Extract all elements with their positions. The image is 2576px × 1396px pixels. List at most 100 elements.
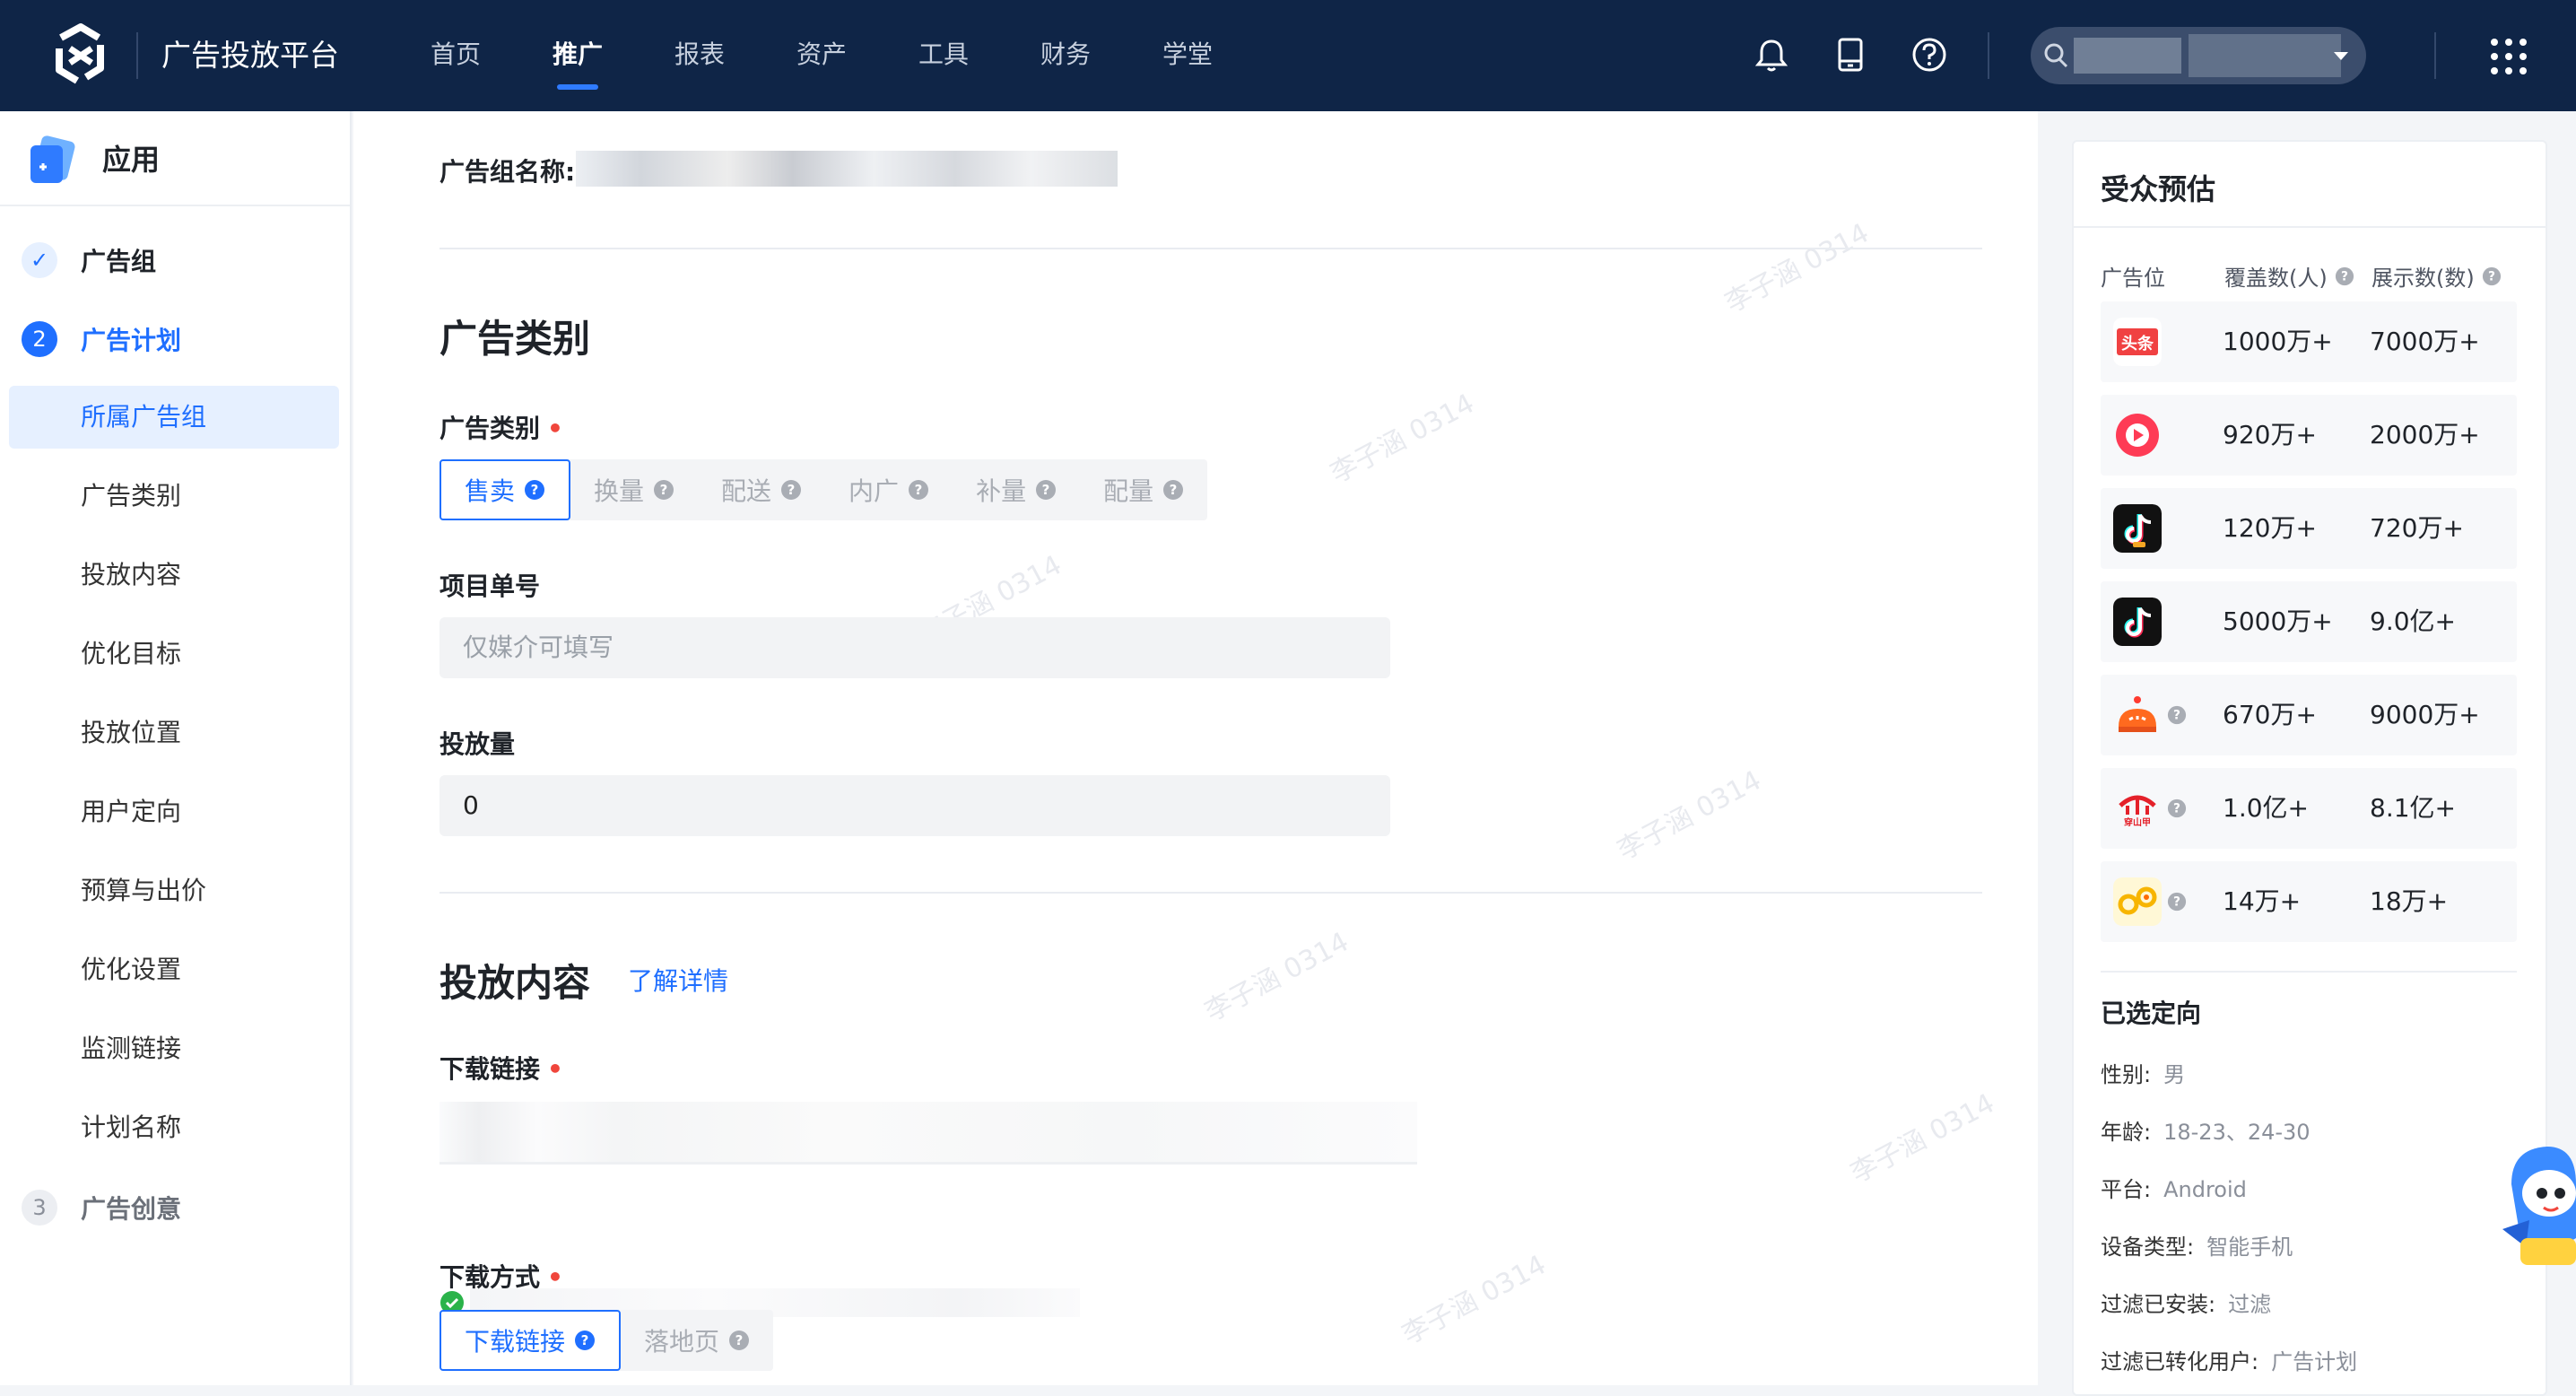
watermark: 李子涵 0314 bbox=[1719, 217, 1875, 319]
download-link-input[interactable] bbox=[439, 1102, 1417, 1165]
nav-academy[interactable]: 学堂 bbox=[1127, 0, 1249, 111]
help-icon: ? bbox=[729, 1331, 750, 1350]
svg-text:?: ? bbox=[2173, 802, 2180, 816]
help-icon[interactable]: ? bbox=[2167, 892, 2187, 912]
divider bbox=[2074, 226, 2546, 228]
nav-assets[interactable]: 资产 bbox=[761, 0, 883, 111]
help-icon[interactable]: ? bbox=[2335, 266, 2354, 286]
download-method-label: 下载方式 • bbox=[439, 1262, 563, 1292]
brand-divider bbox=[136, 32, 138, 79]
help-icon: ? bbox=[1036, 480, 1057, 500]
selected-platform: 平台: Android bbox=[2101, 1177, 2247, 1202]
top-navigation-bar: 广告投放平台 首页 推广 报表 资产 工具 财务 学堂 bbox=[0, 0, 2576, 111]
svg-text:?: ? bbox=[660, 482, 668, 498]
brand-title: 广告投放平台 bbox=[161, 38, 339, 73]
help-icon[interactable]: ? bbox=[2167, 705, 2187, 725]
nav-finance[interactable]: 财务 bbox=[1005, 0, 1127, 111]
audience-row: ? 670万+ 9000万+ bbox=[2101, 675, 2517, 755]
audience-row: 920万+ 2000万+ bbox=[2101, 395, 2517, 476]
selected-targeting-title: 已选定向 bbox=[2101, 999, 2202, 1028]
cover-value: 5000万+ bbox=[2223, 606, 2333, 636]
selected-device: 设备类型: 智能手机 bbox=[2101, 1235, 2293, 1260]
tablet-icon[interactable] bbox=[1830, 34, 1871, 75]
category-option-exchange[interactable]: 换量 ? bbox=[570, 459, 698, 520]
jianying-icon bbox=[2113, 877, 2162, 926]
required-mark: • bbox=[547, 1262, 563, 1292]
apps-grid-icon[interactable] bbox=[2486, 34, 2531, 79]
sidebar-item-placement[interactable]: 投放位置 bbox=[9, 702, 339, 764]
watermark: 李子涵 0314 bbox=[1397, 1249, 1552, 1351]
apps-divider bbox=[2434, 32, 2436, 79]
audience-row: 头条 1000万+ 7000万+ bbox=[2101, 301, 2517, 382]
category-option-internal[interactable]: 内广 ? bbox=[825, 459, 953, 520]
svg-text:?: ? bbox=[2488, 269, 2495, 284]
help-icon[interactable]: ? bbox=[2482, 266, 2502, 286]
watermark: 李子涵 0314 bbox=[1199, 926, 1354, 1028]
show-value: 18万+ bbox=[2370, 886, 2449, 916]
category-option-delivery[interactable]: 配送 ? bbox=[698, 459, 825, 520]
xigua-video-icon bbox=[2116, 414, 2159, 457]
step-ad-group[interactable]: ✓ 广告组 bbox=[22, 239, 156, 282]
svg-text:?: ? bbox=[788, 482, 796, 498]
audience-title: 受众预估 bbox=[2101, 172, 2216, 206]
sidebar-item-ad-group[interactable]: 所属广告组 bbox=[9, 386, 339, 449]
cover-value: 670万+ bbox=[2223, 700, 2317, 729]
assistant-mascot-icon[interactable] bbox=[2493, 1130, 2576, 1283]
help-icon[interactable]: ? bbox=[2167, 798, 2187, 818]
download-method-option-link[interactable]: 下载链接 ? bbox=[439, 1310, 622, 1371]
selected-age: 年龄: 18-23、24-30 bbox=[2101, 1120, 2311, 1145]
account-name-redacted bbox=[2074, 38, 2181, 74]
check-icon: ✓ bbox=[22, 242, 57, 278]
show-value: 8.1亿+ bbox=[2370, 793, 2456, 823]
bell-icon[interactable] bbox=[1751, 34, 1792, 75]
step-ad-plan[interactable]: 2 广告计划 bbox=[22, 318, 181, 361]
nav-tools[interactable]: 工具 bbox=[883, 0, 1005, 111]
cover-value: 1.0亿+ bbox=[2223, 793, 2309, 823]
step-label-ad-plan: 广告计划 bbox=[81, 326, 182, 355]
download-method-option-landing[interactable]: 落地页 ? bbox=[621, 1310, 773, 1371]
svg-text:?: ? bbox=[735, 1332, 744, 1348]
nav-reports[interactable]: 报表 bbox=[639, 0, 761, 111]
nav-promote[interactable]: 推广 bbox=[517, 0, 639, 111]
sidebar-item-plan-name[interactable]: 计划名称 bbox=[9, 1096, 339, 1159]
sidebar-item-monitor[interactable]: 监测链接 bbox=[9, 1017, 339, 1080]
help-icon[interactable] bbox=[1909, 34, 1950, 75]
svg-text:?: ? bbox=[581, 1332, 589, 1348]
step-ad-creative[interactable]: 3 广告创意 bbox=[22, 1186, 181, 1229]
show-value: 9.0亿+ bbox=[2370, 606, 2456, 636]
nav-home[interactable]: 首页 bbox=[395, 0, 517, 111]
audience-row: 穿山甲 ? 1.0亿+ 8.1亿+ bbox=[2101, 768, 2517, 849]
sidebar-item-content[interactable]: 投放内容 bbox=[9, 544, 339, 606]
huoshan-icon bbox=[2119, 696, 2156, 732]
sidebar-item-optimize[interactable]: 优化设置 bbox=[9, 938, 339, 1001]
account-switcher[interactable] bbox=[2031, 27, 2366, 84]
cover-value: 14万+ bbox=[2223, 886, 2302, 916]
sidebar-item-budget[interactable]: 预算与出价 bbox=[9, 859, 339, 922]
platform-logo-icon[interactable] bbox=[47, 22, 115, 90]
audience-estimate-panel: 受众预估 广告位 覆盖数(人) ? 展示数(数) ? 头条 1000万+ 700… bbox=[2072, 140, 2547, 1396]
pangle-icon: 穿山甲 bbox=[2119, 795, 2156, 828]
audience-row: 120万+ 720万+ bbox=[2101, 488, 2517, 569]
group-name-redacted bbox=[576, 151, 1118, 187]
help-icon: ? bbox=[575, 1331, 596, 1350]
sidebar-item-ad-category[interactable]: 广告类别 bbox=[9, 465, 339, 528]
divider bbox=[439, 248, 1982, 249]
project-number-input[interactable]: 仅媒介可填写 bbox=[439, 617, 1390, 678]
learn-more-link[interactable]: 了解详情 bbox=[628, 962, 728, 998]
category-option-allocate[interactable]: 配量 ? bbox=[1080, 459, 1207, 520]
douyin-icon bbox=[2113, 504, 2162, 553]
volume-input[interactable]: 0 bbox=[439, 775, 1390, 836]
left-sidebar: 应用 ✓ 广告组 2 广告计划 所属广告组 广告类别 投放内容 优化目标 投放位… bbox=[0, 111, 352, 1385]
category-option-sale[interactable]: 售卖 ? bbox=[439, 459, 571, 520]
svg-text:?: ? bbox=[531, 482, 539, 498]
sidebar-item-targeting[interactable]: 用户定向 bbox=[9, 781, 339, 843]
toutiao-icon: 头条 bbox=[2113, 318, 2162, 366]
category-option-makeup[interactable]: 补量 ? bbox=[953, 459, 1080, 520]
selected-filter-installed: 过滤已安装: 过滤 bbox=[2101, 1292, 2272, 1317]
toutiao-label: 头条 bbox=[2121, 334, 2154, 353]
sidebar-item-goal[interactable]: 优化目标 bbox=[9, 623, 339, 685]
audience-row: ? 14万+ 18万+ bbox=[2101, 861, 2517, 942]
selected-gender: 性别: 男 bbox=[2101, 1062, 2186, 1087]
group-name-label: 广告组名称: bbox=[439, 157, 576, 187]
divider bbox=[439, 892, 1982, 894]
